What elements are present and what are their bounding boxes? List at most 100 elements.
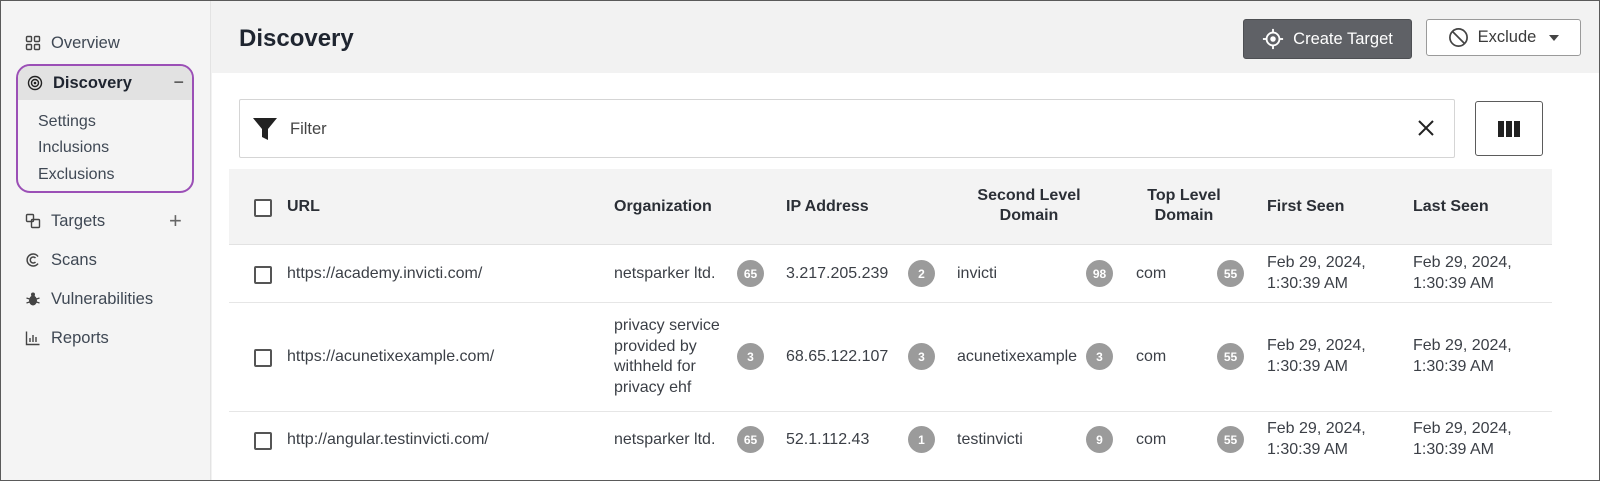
- sidebar-item-targets[interactable]: Targets: [25, 207, 105, 235]
- sld-count-badge: 3: [1086, 343, 1113, 370]
- page-title: Discovery: [239, 25, 354, 52]
- discovery-group: Discovery − Settings Inclusions Exclusio…: [16, 64, 194, 193]
- sidebar-item-overview[interactable]: Overview: [25, 29, 120, 57]
- sidebar-subitem-settings[interactable]: Settings: [38, 113, 96, 131]
- first-seen-time: 1:30:39 AM: [1267, 274, 1348, 292]
- sidebar-item-label: Vulnerabilities: [51, 289, 154, 308]
- filter-input[interactable]: Filter: [239, 99, 1455, 158]
- last-seen-date: Feb 29, 2024,: [1413, 254, 1512, 271]
- sidebar-item-label: Discovery: [53, 73, 132, 92]
- table-row[interactable]: http://angular.testinvicti.com/ netspark…: [229, 412, 1552, 472]
- organization-line: privacy service: [614, 317, 720, 334]
- sidebar-item-discovery[interactable]: Discovery −: [18, 66, 192, 100]
- scans-icon: [25, 252, 41, 268]
- sidebar-item-label: Overview: [51, 33, 120, 52]
- first-seen-time: 1:30:39 AM: [1267, 357, 1348, 375]
- collapse-icon[interactable]: −: [173, 72, 184, 93]
- add-target-icon[interactable]: +: [169, 210, 182, 232]
- grid-icon: [25, 35, 41, 51]
- first-seen-time: 1:30:39 AM: [1267, 440, 1348, 458]
- bug-icon: [25, 291, 41, 307]
- column-header-tld-line2: Domain: [1154, 207, 1214, 224]
- column-header-sld-line2: Domain: [999, 207, 1059, 224]
- ip-cell: 52.1.112.43: [786, 431, 870, 448]
- first-seen-date: Feb 29, 2024,: [1267, 337, 1366, 354]
- filter-placeholder: Filter: [290, 120, 327, 138]
- caret-down-icon: [1549, 34, 1560, 41]
- sidebar-item-vulnerabilities[interactable]: Vulnerabilities: [25, 285, 153, 313]
- last-seen-time: 1:30:39 AM: [1413, 274, 1494, 292]
- app-window: Overview Discovery − Settings Inclusions…: [0, 0, 1600, 481]
- crosshair-icon: [1262, 28, 1284, 50]
- first-seen-date: Feb 29, 2024,: [1267, 254, 1366, 271]
- select-all-checkbox[interactable]: [254, 199, 272, 217]
- url-cell[interactable]: https://acunetixexample.com/: [287, 347, 494, 368]
- last-seen-time: 1:30:39 AM: [1413, 440, 1494, 458]
- page-header: Discovery Create Target Exclude: [212, 1, 1599, 73]
- targets-icon: [25, 213, 41, 229]
- sidebar-item-reports[interactable]: Reports: [25, 324, 109, 352]
- organization-line: provided by: [614, 337, 697, 355]
- first-seen-cell: Feb 29, 2024, 1:30:39 AM: [1267, 419, 1366, 460]
- url-cell[interactable]: http://angular.testinvicti.com/: [287, 430, 489, 451]
- tld-count-badge: 55: [1217, 426, 1244, 453]
- sld-cell: acunetixexample: [957, 348, 1078, 365]
- tld-count-badge: 55: [1217, 343, 1244, 370]
- funnel-icon: [252, 116, 278, 142]
- column-header-organization[interactable]: Organization: [614, 197, 712, 217]
- organization-line: withheld for: [614, 358, 696, 375]
- column-header-url[interactable]: URL: [287, 197, 320, 217]
- create-target-label: Create Target: [1293, 29, 1393, 48]
- url-cell[interactable]: https://academy.invicti.com/: [287, 264, 482, 285]
- last-seen-date: Feb 29, 2024,: [1413, 420, 1512, 437]
- tld-count-badge: 55: [1217, 260, 1244, 287]
- tld-cell: com: [1136, 265, 1167, 282]
- sidebar-subitem-inclusions[interactable]: Inclusions: [38, 139, 109, 157]
- tld-cell: com: [1136, 348, 1167, 365]
- columns-icon: [1498, 120, 1520, 137]
- tld-cell: com: [1136, 431, 1167, 448]
- organization-cell: netsparker ltd.: [614, 265, 716, 282]
- sidebar-item-label: Targets: [51, 211, 106, 230]
- sidebar-item-scans[interactable]: Scans: [25, 246, 97, 274]
- sld-cell: invicti: [957, 265, 998, 282]
- first-seen-cell: Feb 29, 2024, 1:30:39 AM: [1267, 336, 1366, 377]
- sidebar-item-label: Scans: [51, 250, 97, 269]
- column-header-last-seen[interactable]: Last Seen: [1413, 197, 1489, 217]
- exclude-label: Exclude: [1477, 28, 1537, 46]
- column-header-sld[interactable]: Second Level Domain: [969, 186, 1089, 226]
- organization-line: privacy ehf: [614, 378, 692, 396]
- column-header-first-seen[interactable]: First Seen: [1267, 197, 1344, 217]
- main-content: Filter URL Organization IP Address Secon…: [212, 73, 1599, 480]
- column-header-ip[interactable]: IP Address: [786, 197, 869, 217]
- sld-count-badge: 98: [1086, 260, 1113, 287]
- last-seen-time: 1:30:39 AM: [1413, 357, 1494, 375]
- organization-count-badge: 3: [737, 343, 764, 370]
- bar-chart-icon: [25, 330, 41, 346]
- sld-cell: testinvicti: [957, 431, 1023, 448]
- row-checkbox[interactable]: [254, 432, 272, 450]
- ip-cell: 3.217.205.239: [786, 265, 889, 282]
- column-header-tld[interactable]: Top Level Domain: [1134, 186, 1234, 226]
- exclude-dropdown-button[interactable]: Exclude: [1426, 19, 1581, 56]
- create-target-button[interactable]: Create Target: [1243, 19, 1412, 59]
- ip-count-badge: 2: [908, 260, 935, 287]
- sidebar: Overview Discovery − Settings Inclusions…: [1, 1, 211, 480]
- table-header: URL Organization IP Address Second Level…: [229, 169, 1552, 245]
- row-checkbox[interactable]: [254, 266, 272, 284]
- target-icon: [27, 75, 43, 91]
- table-row[interactable]: https://acunetixexample.com/ privacy ser…: [229, 303, 1552, 412]
- ip-count-badge: 1: [908, 426, 935, 453]
- table-row[interactable]: https://academy.invicti.com/ netsparker …: [229, 245, 1552, 303]
- columns-button[interactable]: [1475, 101, 1543, 156]
- organization-count-badge: 65: [737, 426, 764, 453]
- last-seen-cell: Feb 29, 2024, 1:30:39 AM: [1413, 336, 1512, 377]
- row-checkbox[interactable]: [254, 349, 272, 367]
- first-seen-cell: Feb 29, 2024, 1:30:39 AM: [1267, 253, 1366, 294]
- column-header-tld-line1: Top Level: [1147, 187, 1221, 204]
- sld-count-badge: 9: [1086, 426, 1113, 453]
- organization-cell: netsparker ltd.: [614, 431, 716, 448]
- sidebar-subitem-exclusions[interactable]: Exclusions: [38, 166, 114, 184]
- clear-icon[interactable]: [1416, 118, 1436, 138]
- last-seen-cell: Feb 29, 2024, 1:30:39 AM: [1413, 419, 1512, 460]
